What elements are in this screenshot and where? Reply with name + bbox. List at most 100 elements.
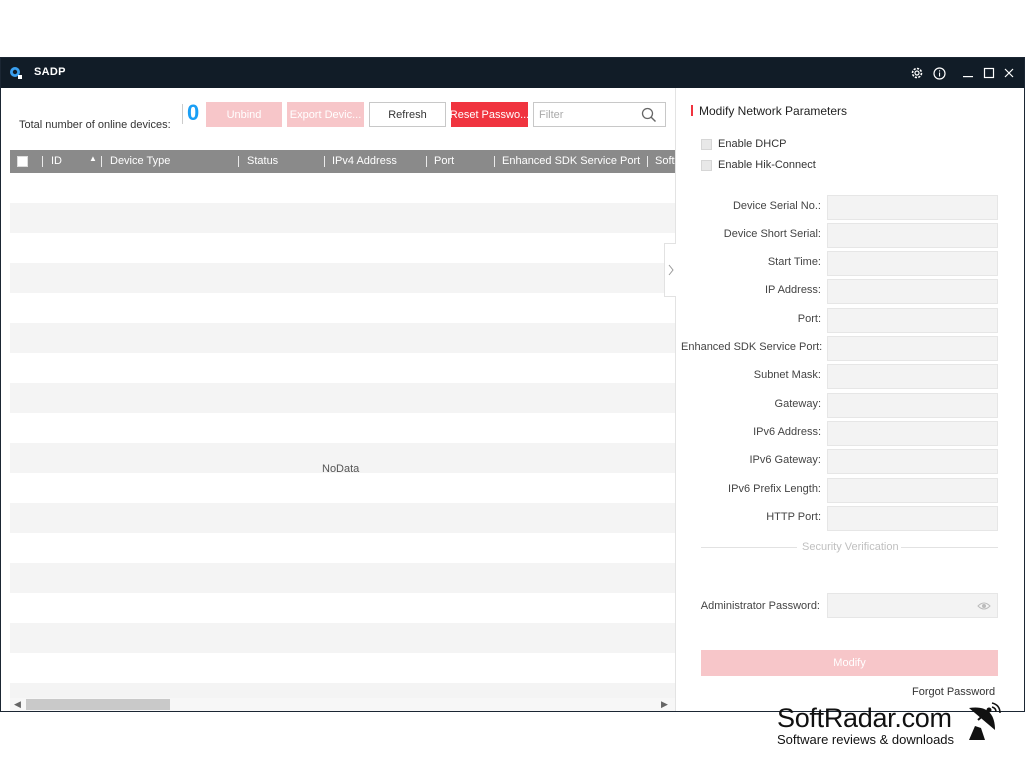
admin-password-input[interactable] xyxy=(827,593,998,618)
gear-icon xyxy=(911,67,923,79)
sadp-window: SADP Total number of online devices: 0 U… xyxy=(0,57,1025,712)
watermark-subtitle: Software reviews & downloads xyxy=(777,732,955,747)
column-separator xyxy=(647,156,648,167)
ipv6-gateway-field[interactable] xyxy=(827,449,998,474)
ip-address-field[interactable] xyxy=(827,279,998,304)
gateway-label: Gateway: xyxy=(774,398,821,410)
subnet-mask-label: Subnet Mask: xyxy=(753,369,821,381)
empty-table-message: NoData xyxy=(322,463,360,475)
subnet-mask-field[interactable] xyxy=(827,364,998,389)
gateway-field[interactable] xyxy=(827,393,998,418)
enable-dhcp-label: Enable DHCP xyxy=(718,138,787,150)
table-row xyxy=(10,473,675,503)
reset-password-button[interactable]: Reset Passwo... xyxy=(451,102,528,127)
scrollbar-thumb[interactable] xyxy=(26,699,170,710)
device-short-serial-field[interactable] xyxy=(827,223,998,248)
eye-icon[interactable] xyxy=(977,600,991,612)
enable-hik-connect-checkbox[interactable]: Enable Hik-Connect xyxy=(701,159,816,171)
table-row xyxy=(10,233,675,263)
column-header-port[interactable]: Port xyxy=(434,155,454,167)
sadp-logo-icon xyxy=(10,67,22,79)
enhanced-sdk-port-field[interactable] xyxy=(827,336,998,361)
chevron-right-icon xyxy=(668,264,674,276)
section-divider xyxy=(901,547,998,548)
title-bar: SADP xyxy=(1,58,1024,88)
security-verification-heading: Security Verification xyxy=(800,541,901,553)
count-divider xyxy=(182,104,183,124)
enable-dhcp-checkbox[interactable]: Enable DHCP xyxy=(701,138,786,150)
device-serial-field[interactable] xyxy=(827,195,998,220)
online-devices-count: 0 xyxy=(187,100,200,125)
filter-box[interactable] xyxy=(533,102,666,127)
device-serial-label: Device Serial No.: xyxy=(732,200,821,212)
settings-button[interactable] xyxy=(908,64,926,82)
column-separator xyxy=(494,156,495,167)
collapse-panel-button[interactable] xyxy=(664,243,676,297)
panel-divider xyxy=(675,88,676,711)
sort-ascending-icon[interactable]: ▲ xyxy=(89,154,97,163)
close-button[interactable] xyxy=(1000,64,1018,82)
app-title: SADP xyxy=(34,66,66,78)
table-row xyxy=(10,293,675,323)
maximize-icon xyxy=(983,67,995,79)
panel-title-marker xyxy=(691,105,693,116)
panel-title: Modify Network Parameters xyxy=(699,104,848,118)
forgot-password-link[interactable]: Forgot Password xyxy=(912,686,995,698)
unbind-button[interactable]: Unbind xyxy=(206,102,282,127)
column-header-device-type[interactable]: Device Type xyxy=(110,155,170,167)
table-row xyxy=(10,623,675,653)
export-devices-button[interactable]: Export Devic... xyxy=(287,102,364,127)
table-row xyxy=(10,203,675,233)
section-divider xyxy=(701,547,797,548)
table-row xyxy=(10,413,675,443)
ipv6-address-label: IPv6 Address: xyxy=(753,426,821,438)
satellite-dish-icon xyxy=(969,702,1001,740)
column-header-software-version[interactable]: Soft xyxy=(655,155,675,167)
info-icon xyxy=(932,66,946,80)
refresh-button[interactable]: Refresh xyxy=(369,102,446,127)
ipv6-prefix-length-label: IPv6 Prefix Length: xyxy=(728,483,821,495)
table-row xyxy=(10,653,675,683)
horizontal-scrollbar[interactable]: ◀ ▶ xyxy=(10,698,675,711)
minimize-icon xyxy=(963,76,973,78)
table-row xyxy=(10,563,675,593)
ipv6-address-field[interactable] xyxy=(827,421,998,446)
column-separator xyxy=(324,156,325,167)
column-header-ipv4-address[interactable]: IPv4 Address xyxy=(332,155,397,167)
online-devices-label: Total number of online devices: xyxy=(19,119,171,131)
watermark-title: SoftRadar.com xyxy=(777,703,952,733)
ipv6-prefix-length-field[interactable] xyxy=(827,478,998,503)
device-table-header: ID ▲ Device Type Status IPv4 Address Por… xyxy=(10,150,675,173)
port-field[interactable] xyxy=(827,308,998,333)
ipv6-gateway-label: IPv6 Gateway: xyxy=(749,454,821,466)
select-all-checkbox[interactable] xyxy=(17,156,28,167)
enhanced-sdk-port-label: Enhanced SDK Service Port: xyxy=(681,341,823,353)
column-separator xyxy=(101,156,102,167)
filter-input[interactable] xyxy=(534,103,634,126)
modify-button[interactable]: Modify xyxy=(701,650,998,676)
ip-address-label: IP Address: xyxy=(764,284,821,296)
column-header-status[interactable]: Status xyxy=(247,155,278,167)
device-short-serial-label: Device Short Serial: xyxy=(723,228,821,240)
search-icon[interactable] xyxy=(641,107,657,123)
maximize-button[interactable] xyxy=(980,64,998,82)
about-button[interactable] xyxy=(930,64,948,82)
table-row xyxy=(10,263,675,293)
table-row xyxy=(10,353,675,383)
column-separator xyxy=(238,156,239,167)
device-table-body xyxy=(10,173,675,698)
column-header-id[interactable]: ID xyxy=(51,155,62,167)
start-time-field[interactable] xyxy=(827,251,998,276)
column-header-enhanced-sdk-port[interactable]: Enhanced SDK Service Port xyxy=(502,155,640,167)
scroll-right-icon[interactable]: ▶ xyxy=(661,699,668,710)
softradar-watermark: SoftRadar.com Software reviews & downloa… xyxy=(777,703,954,747)
http-port-field[interactable] xyxy=(827,506,998,531)
minimize-button[interactable] xyxy=(959,64,977,82)
port-label: Port: xyxy=(797,313,821,325)
admin-password-label: Administrator Password: xyxy=(700,600,820,612)
checkbox-box[interactable] xyxy=(701,138,712,150)
scroll-left-icon[interactable]: ◀ xyxy=(14,699,21,710)
table-row xyxy=(10,533,675,563)
table-row xyxy=(10,683,675,698)
checkbox-box[interactable] xyxy=(701,159,712,171)
